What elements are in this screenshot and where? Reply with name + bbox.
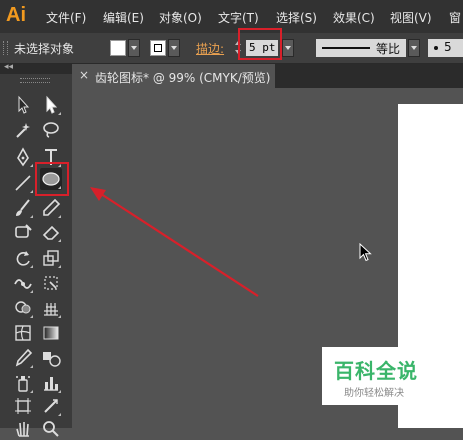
fill-dropdown-arrow[interactable] — [128, 39, 140, 57]
menu-effect[interactable]: 效果(C) — [333, 9, 375, 26]
document-tab-strip: × 齿轮图标* @ 99% (CMYK/预览) — [73, 64, 463, 88]
stroke-weight-dropdown-arrow[interactable] — [282, 39, 294, 57]
menu-view[interactable]: 视图(V) — [390, 9, 432, 26]
column-graph-tool-icon[interactable] — [40, 372, 62, 394]
hand-tool-icon[interactable] — [12, 418, 34, 440]
watermark-subtitle: 助你轻松解决 — [344, 388, 404, 399]
fill-swatch[interactable] — [110, 40, 126, 56]
toolbox-header[interactable]: ◂◂ — [0, 62, 72, 74]
app-logo: Ai — [6, 4, 26, 26]
selection-status: 未选择对象 — [14, 42, 75, 56]
mesh-tool-icon[interactable] — [12, 322, 34, 344]
magic-wand-tool-icon[interactable] — [12, 119, 34, 141]
stroke-input-highlight — [238, 28, 282, 60]
menu-file[interactable]: 文件(F) — [46, 9, 86, 26]
profile-line-icon — [322, 47, 370, 49]
blend-tool-icon[interactable] — [40, 347, 62, 369]
menu-window[interactable]: 窗 — [449, 9, 461, 26]
stroke-label[interactable]: 描边: — [196, 40, 224, 57]
ellipse-tool-highlight — [35, 162, 69, 196]
menu-type[interactable]: 文字(T) — [218, 9, 259, 26]
stroke-dropdown-arrow[interactable] — [168, 39, 180, 57]
symbol-sprayer-tool-icon[interactable] — [12, 372, 34, 394]
scale-tool-icon[interactable] — [40, 247, 62, 269]
selection-tool-icon[interactable] — [12, 94, 34, 116]
toolbox: ◂◂ — [0, 62, 72, 437]
menu-bar: Ai 文件(F) 编辑(E) 对象(O) 文字(T) 选择(S) 效果(C) 视… — [0, 0, 463, 33]
menu-edit[interactable]: 编辑(E) — [103, 9, 144, 26]
collapse-icon[interactable]: ◂◂ — [4, 62, 13, 72]
document-title: 齿轮图标* @ 99% (CMYK/预览) — [95, 71, 271, 85]
watermark-title: 百科全说 — [334, 359, 418, 383]
document-tab[interactable]: × 齿轮图标* @ 99% (CMYK/预览) — [73, 64, 275, 88]
paintbrush-tool-icon[interactable] — [12, 197, 34, 219]
menu-object[interactable]: 对象(O) — [159, 9, 202, 26]
mouse-cursor-icon — [359, 242, 373, 266]
close-tab-icon[interactable]: × — [79, 68, 89, 82]
brush-dot-icon — [434, 46, 438, 50]
menu-select[interactable]: 选择(S) — [276, 9, 317, 26]
pen-tool-icon[interactable] — [12, 146, 34, 168]
line-segment-tool-icon[interactable] — [12, 172, 34, 194]
direct-selection-tool-icon[interactable] — [40, 94, 62, 116]
perspective-grid-tool-icon[interactable] — [40, 297, 62, 319]
artboard-tool-icon[interactable] — [12, 395, 34, 417]
free-transform-tool-icon[interactable] — [40, 272, 62, 294]
rotate-tool-icon[interactable] — [12, 247, 34, 269]
toolbox-grip[interactable] — [20, 78, 50, 83]
gradient-tool-icon[interactable] — [40, 322, 62, 344]
control-bar: 未选择对象 描边: 5 pt 等比 5 — [0, 33, 463, 64]
eraser-tool-icon[interactable] — [40, 221, 62, 243]
slice-tool-icon[interactable] — [40, 395, 62, 417]
pencil-tool-icon[interactable] — [40, 197, 62, 219]
blob-brush-tool-icon[interactable] — [12, 221, 34, 243]
profile-label: 等比 — [376, 42, 401, 56]
variable-width-profile[interactable]: 等比 — [316, 39, 406, 57]
control-bar-grip[interactable] — [3, 41, 8, 55]
brush-definition[interactable]: 5 — [428, 39, 463, 57]
zoom-tool-icon[interactable] — [40, 418, 62, 440]
width-tool-icon[interactable] — [12, 272, 34, 294]
shape-builder-tool-icon[interactable] — [12, 297, 34, 319]
watermark-logo: 百科全说 助你轻松解决 — [322, 347, 438, 405]
stroke-swatch[interactable] — [150, 40, 166, 56]
lasso-tool-icon[interactable] — [40, 119, 62, 141]
brush-size: 5 — [444, 40, 452, 54]
profile-dropdown-arrow[interactable] — [408, 39, 420, 57]
eyedropper-tool-icon[interactable] — [12, 347, 34, 369]
